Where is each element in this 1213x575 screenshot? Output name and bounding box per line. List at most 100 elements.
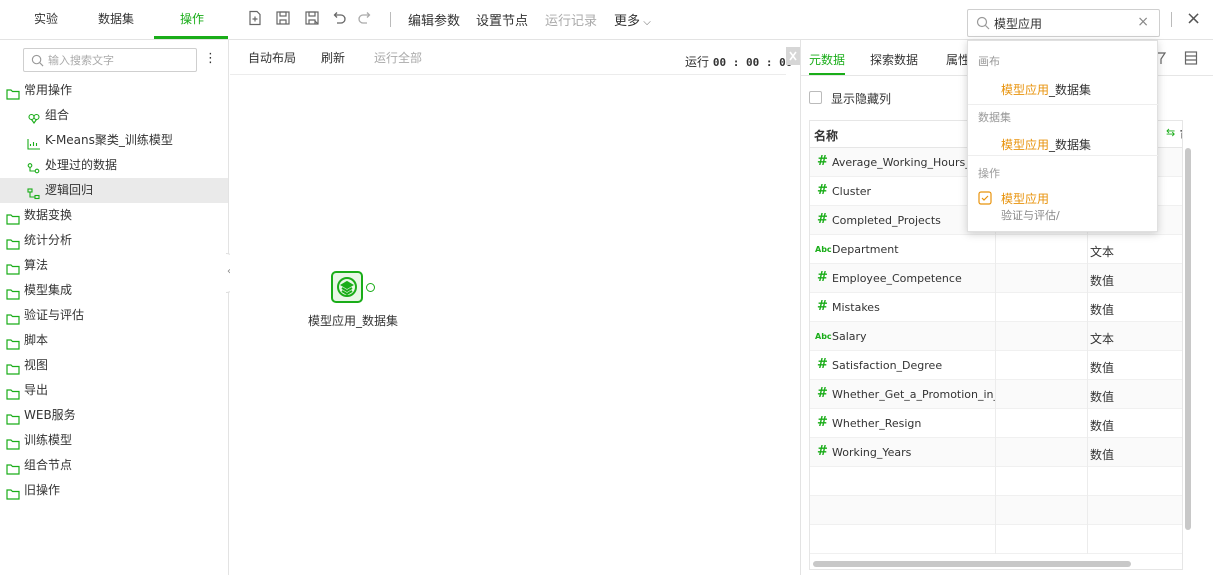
tree-link-icon [27,184,41,200]
tree-folder[interactable]: 模型集成 [0,278,228,303]
cell-name [810,467,996,496]
vertical-scrollbar[interactable] [1185,148,1191,530]
layers-icon [331,271,363,303]
cell-type: 数值 [1088,293,1182,322]
cell-type [1088,496,1182,525]
cell-empty [996,438,1088,467]
refresh-button[interactable]: 刷新 [321,49,345,66]
tab-experiment[interactable]: 实验 [34,10,58,27]
save-as-icon[interactable] [304,10,320,26]
result-item-operation[interactable]: 模型应用 [1001,190,1049,207]
tree-item[interactable]: 处理过的数据 [0,153,228,178]
table-row[interactable]: # Working_Years 数值 [810,438,1182,467]
tree-folder[interactable]: 导出 [0,378,228,403]
operations-search[interactable] [23,48,197,72]
match-rest: _数据集 [1049,138,1092,152]
number-type-icon: # [817,270,828,285]
field-name: Whether_Resign [832,417,922,430]
new-file-icon[interactable] [247,10,263,26]
field-name: Completed_Projects [832,214,941,227]
right-panel-collapse-button[interactable] [786,47,800,65]
cell-name [810,525,996,554]
tree-folder[interactable]: 组合节点 [0,453,228,478]
tree-folder[interactable]: 视图 [0,353,228,378]
tree-folder[interactable]: 脚本 [0,328,228,353]
tab-operation[interactable]: 操作 [180,10,204,27]
field-name: Whether_Get_a_Promotion_in_F [832,388,996,401]
tab-metadata[interactable]: 元数据 [809,51,845,68]
table-row[interactable] [810,496,1182,525]
workflow-canvas[interactable]: 模型应用_数据集 [230,76,786,575]
table-row[interactable] [810,525,1182,554]
undo-icon[interactable] [331,10,347,26]
table-row[interactable]: # Mistakes 数值 [810,293,1182,322]
more-menu[interactable]: 更多 ⌵ [614,10,651,29]
tab-explore-data[interactable]: 探索数据 [870,51,918,68]
field-name: Working_Years [832,446,912,459]
field-name: Employee_Competence [832,272,962,285]
app-root: 实验 数据集 操作 编辑参数 设置节点 运行记录 更多 ⌵ 模型应用 × × 输… [0,0,1213,575]
cell-type [1088,467,1182,496]
set-node-button[interactable]: 设置节点 [476,10,528,29]
result-item-canvas[interactable]: 模型应用_数据集 [1001,81,1091,98]
canvas-toolbar: 自动布局 刷新 运行全部 运行 00 : 00 : 00 [230,40,792,75]
tree-folder[interactable]: 统计分析 [0,228,228,253]
auto-layout-button[interactable]: 自动布局 [248,49,296,66]
table-row[interactable]: # Whether_Get_a_Promotion_in_F 数值 [810,380,1182,409]
canvas-node[interactable] [331,271,375,311]
match-highlight: 模型应用 [1001,83,1050,97]
global-search[interactable]: × [967,9,1160,37]
table-row[interactable]: # Satisfaction_Degree 数值 [810,351,1182,380]
tree-label: 组合节点 [24,458,73,472]
tree-folder[interactable]: 旧操作 [0,478,228,503]
folder-icon [6,284,20,300]
tree-item[interactable]: 逻辑回归 [0,178,228,203]
list-icon[interactable] [1184,50,1198,66]
table-row[interactable]: Abc Department 文本 [810,235,1182,264]
cell-type: 文本 [1088,235,1182,264]
tree-item[interactable]: 组合 [0,103,228,128]
run-all-button[interactable]: 运行全部 [374,49,422,66]
tree-folder[interactable]: 验证与评估 [0,303,228,328]
node-output-port[interactable] [366,283,375,292]
search-icon [31,54,44,67]
tree-label: 处理过的数据 [45,158,118,172]
tree-folder[interactable]: WEB服务 [0,403,228,428]
table-row[interactable]: # Whether_Resign 数值 [810,409,1182,438]
number-type-icon: # [817,386,828,401]
tree-item[interactable]: K-Means聚类_训练模型 [0,128,228,153]
search-input[interactable] [994,14,1134,33]
tree-folder[interactable]: 常用操作 [0,78,228,103]
tree-folder[interactable]: 算法 [0,253,228,278]
node-link-icon [27,159,41,174]
close-icon[interactable]: × [1186,8,1201,29]
more-vertical-icon[interactable]: ⋮ [204,51,217,66]
clear-search-icon[interactable]: × [1137,14,1149,30]
chevron-down-icon: ⌵ [640,17,651,28]
folder-icon [6,384,20,400]
tree-folder[interactable]: 数据变换 [0,203,228,228]
field-type: 数值 [1090,390,1115,404]
horizontal-scrollbar[interactable] [813,561,1131,567]
column-settings-icon[interactable]: ⇆ [1166,126,1175,139]
redo-icon[interactable] [357,10,373,26]
field-name: Salary [832,330,867,343]
tree-label: 旧操作 [24,483,61,497]
search-icon [976,16,990,30]
tab-dataset[interactable]: 数据集 [98,10,134,27]
operations-search-input[interactable] [48,52,188,68]
save-icon[interactable] [275,10,291,26]
edit-params-button[interactable]: 编辑参数 [408,10,460,29]
folder-icon [6,334,20,350]
run-timer-label: 运行 [685,55,710,69]
folder-icon [6,259,20,275]
table-row[interactable] [810,467,1182,496]
field-name: Mistakes [832,301,880,314]
tree-folder[interactable]: 训练模型 [0,428,228,453]
run-log-button[interactable]: 运行记录 [545,10,597,29]
table-row[interactable]: Abc Salary 文本 [810,322,1182,351]
cell-type: 数值 [1088,438,1182,467]
table-row[interactable]: # Employee_Competence 数值 [810,264,1182,293]
cell-name: # Satisfaction_Degree [810,351,996,380]
result-item-dataset[interactable]: 模型应用_数据集 [1001,136,1091,153]
